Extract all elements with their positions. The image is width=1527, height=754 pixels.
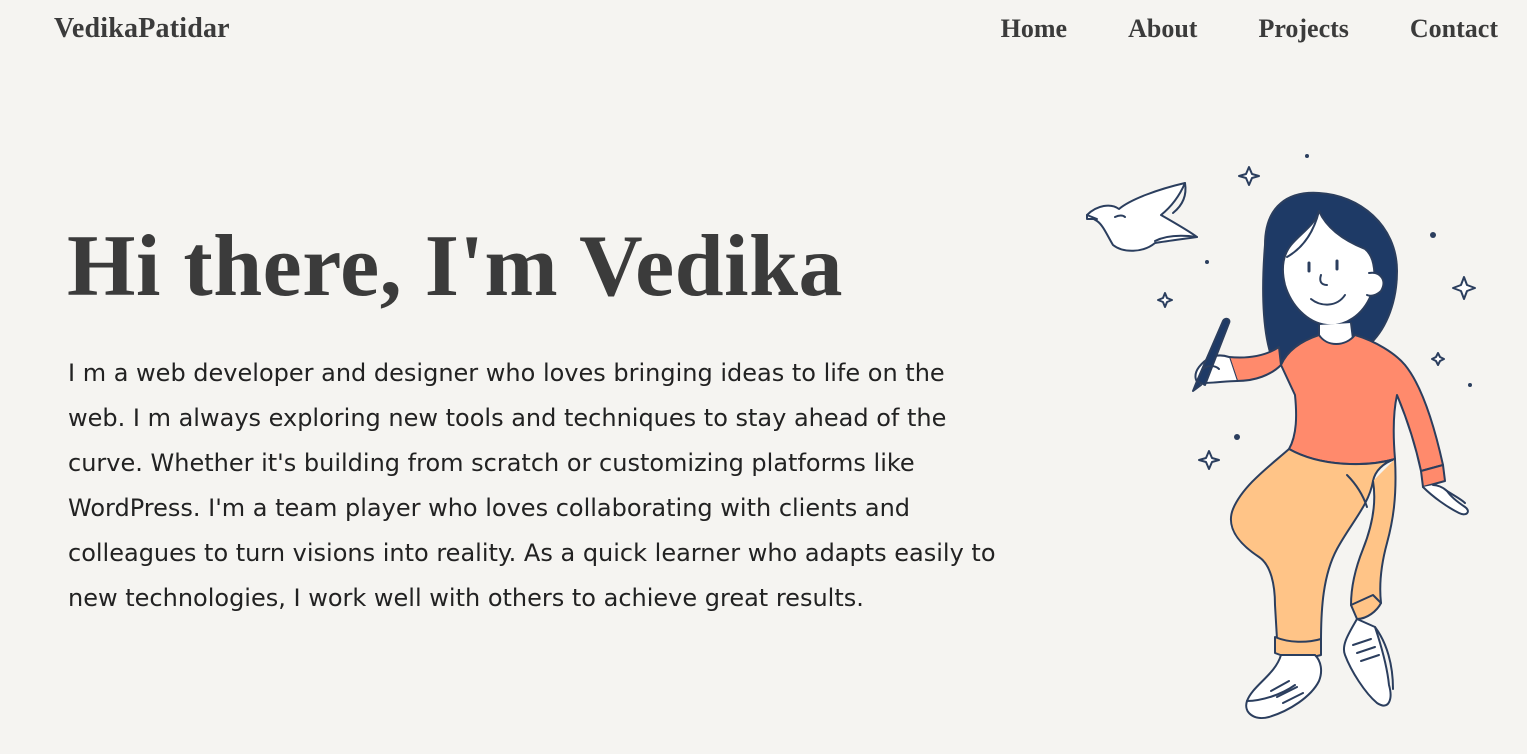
bird-icon — [1086, 182, 1198, 252]
main-nav: Home About Projects Contact — [1001, 14, 1498, 44]
shoe-front — [1245, 654, 1323, 719]
girl-with-pen-illustration — [1086, 154, 1476, 719]
nav-projects-link[interactable]: Projects — [1258, 14, 1348, 44]
nav-home-link[interactable]: Home — [1001, 14, 1067, 44]
hero-title: Hi there, I'm Vedika — [67, 218, 844, 315]
shoe-back — [1343, 618, 1392, 707]
hero-description: I m a web developer and designer who lov… — [68, 359, 996, 612]
site-logo[interactable]: VedikaPatidar — [54, 13, 230, 45]
shirt — [1280, 334, 1444, 472]
nav-contact-link[interactable]: Contact — [1410, 14, 1498, 44]
nav-about-link[interactable]: About — [1128, 14, 1197, 44]
